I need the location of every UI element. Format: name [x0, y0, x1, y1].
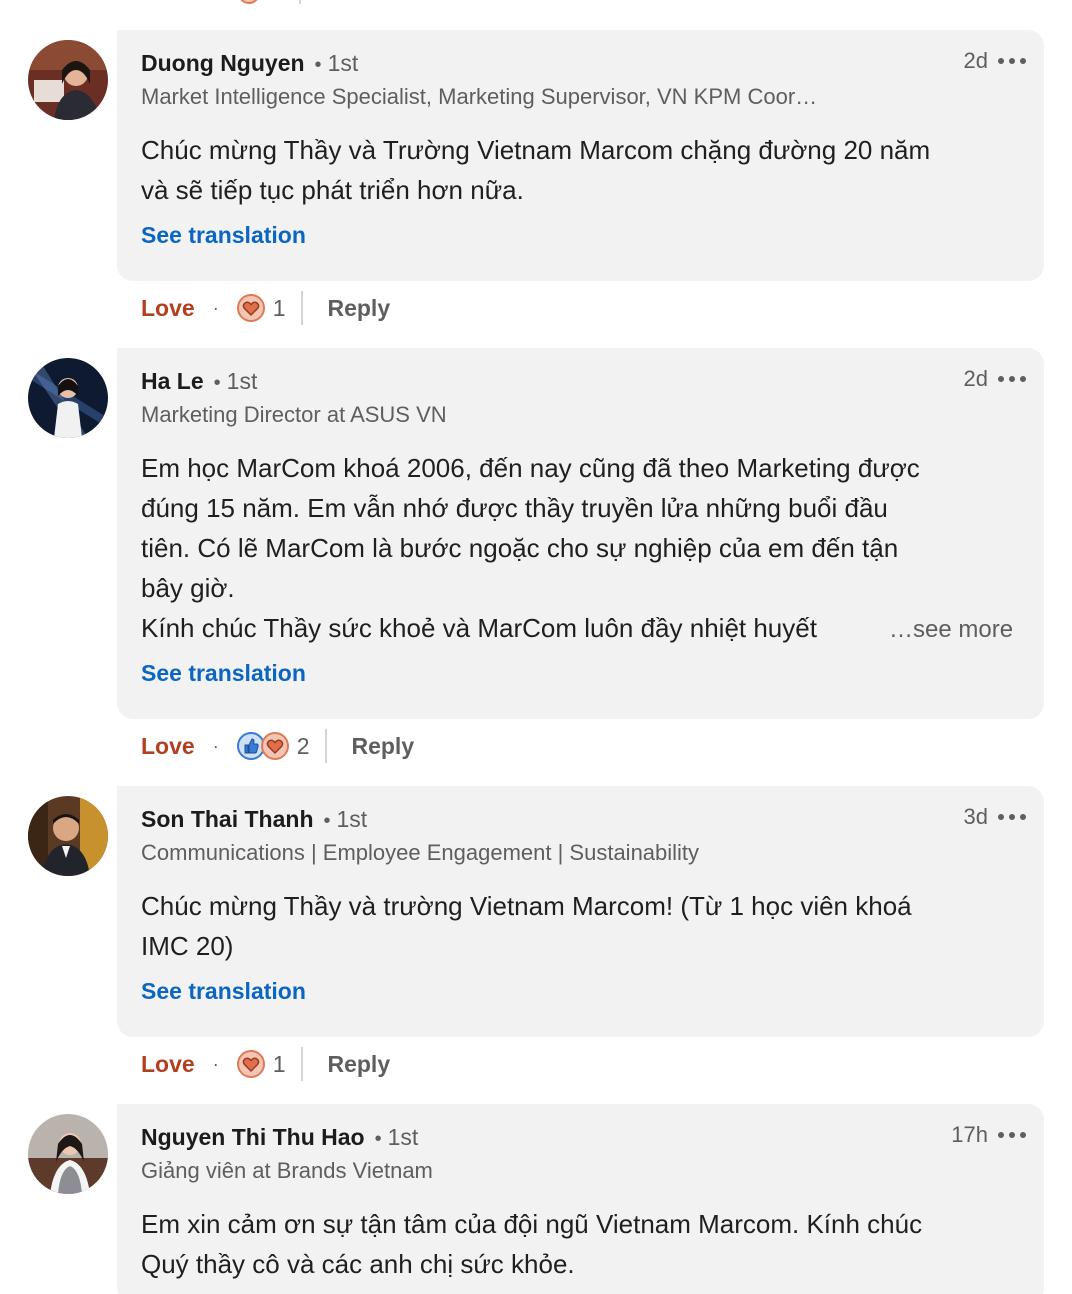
comment-bubble: Son Thai Thanh • 1st Communications | Emp… [117, 786, 1044, 1037]
comment-timestamp: 2d [963, 48, 988, 73]
comment-bubble: Ha Le • 1st Marketing Director at ASUS VN… [117, 348, 1044, 719]
action-divider [301, 291, 304, 325]
comment-text: Chúc mừng Thầy và trường Vietnam Marcom!… [141, 886, 1021, 966]
comment-actions: Love · 1 Reply [141, 1046, 390, 1082]
more-options-icon[interactable] [998, 810, 1026, 824]
see-more-link[interactable]: …see more [889, 610, 1013, 650]
connection-degree: • 1st [213, 368, 258, 394]
comment-text-line: Em xin cảm ơn sự tận tâm của đội ngũ Vie… [141, 1209, 923, 1239]
see-translation-link[interactable]: See translation [141, 222, 306, 249]
see-translation-link[interactable]: See translation [141, 660, 306, 687]
author-line: Ha Le • 1st [141, 368, 257, 396]
avatar-photo [28, 40, 108, 120]
connection-degree: • 1st [374, 1124, 419, 1150]
author-headline: Communications | Employee Engagement | S… [141, 840, 700, 865]
reaction-count[interactable]: 1 [273, 1051, 286, 1078]
author-headline: Giảng viên at Brands Vietnam [141, 1158, 433, 1183]
separator-dot: · [212, 1053, 219, 1074]
comment-timestamp: 3d [963, 804, 988, 829]
connection-degree: • 1st [314, 50, 359, 76]
avatar[interactable] [28, 1114, 108, 1194]
comment-actions: Love · 1 Reply [141, 290, 390, 326]
comment-text: Chúc mừng Thầy và Trường Vietnam Marcom … [141, 130, 1021, 210]
comment-text-line: Quý thầy cô và các anh chị sức khỏe. [141, 1249, 575, 1279]
author-line: Nguyen Thi Thu Hao • 1st [141, 1124, 418, 1152]
love-icon[interactable] [260, 732, 289, 760]
reply-button[interactable]: Reply [327, 295, 390, 322]
avatar[interactable] [28, 796, 108, 876]
reply-button[interactable]: Reply [327, 1051, 390, 1078]
author-name[interactable]: Son Thai Thanh [141, 806, 314, 833]
comment-text-line: đúng 15 năm. Em vẫn nhớ được thầy truyền… [141, 493, 888, 523]
love-button[interactable]: Love [141, 733, 195, 760]
author-name[interactable]: Ha Le [141, 368, 204, 395]
love-icon[interactable] [236, 294, 265, 322]
comment-timestamp: 17h [951, 1122, 988, 1147]
see-translation-link[interactable]: See translation [141, 978, 306, 1005]
love-button[interactable]: Love [141, 295, 195, 322]
avatar-photo [28, 796, 108, 876]
truncated-text-line: Kính chúc Thầy sức khoẻ và MarCom luôn đ… [141, 608, 1021, 650]
comment-text-line: Em học MarCom khoá 2006, đến nay cũng đã… [141, 453, 920, 483]
comment-text-line: IMC 20) [141, 931, 234, 961]
reaction-count[interactable]: 1 [273, 295, 286, 322]
comment-bubble: Duong Nguyen • 1st Market Intelligence Sp… [117, 30, 1044, 281]
author-name[interactable]: Nguyen Thi Thu Hao [141, 1124, 365, 1151]
reaction-count[interactable]: 2 [297, 733, 310, 760]
comment-timestamp: 2d [963, 366, 988, 391]
reply-button[interactable]: Reply [351, 733, 414, 760]
comment-text-line: Kính chúc Thầy sức khoẻ và MarCom luôn đ… [141, 613, 817, 643]
separator-dot: · [212, 735, 219, 756]
comment-text-line: bây giờ. [141, 573, 235, 603]
comment-text-line: Chúc mừng Thầy và trường Vietnam Marcom!… [141, 891, 912, 921]
comment-bubble: Nguyen Thi Thu Hao • 1st Giảng viên at Br… [117, 1104, 1044, 1294]
more-options-icon[interactable] [998, 1128, 1026, 1142]
author-headline: Market Intelligence Specialist, Marketin… [141, 84, 818, 109]
avatar-photo [28, 358, 108, 438]
comment-text-line: tiên. Có lẽ MarCom là bước ngoặc cho sự … [141, 533, 899, 563]
more-options-icon[interactable] [998, 372, 1026, 386]
avatar[interactable] [28, 40, 108, 120]
degree-label: 1st [336, 806, 368, 832]
author-line: Son Thai Thanh • 1st [141, 806, 367, 834]
comment-text: Em học MarCom khoá 2006, đến nay cũng đã… [141, 448, 1021, 650]
degree-label: 1st [226, 368, 258, 394]
action-divider [325, 729, 328, 763]
love-icon[interactable] [236, 1050, 265, 1078]
more-options-icon[interactable] [998, 54, 1026, 68]
comments-feed: Duong Nguyen • 1st Market Intelligence Sp… [0, 0, 1072, 1294]
comment-text-line: Chúc mừng Thầy và Trường Vietnam Marcom … [141, 135, 931, 165]
comment-actions: Love · 2 Reply [141, 728, 414, 764]
comment-text: Em xin cảm ơn sự tận tâm của đội ngũ Vie… [141, 1204, 1021, 1284]
love-button[interactable]: Love [141, 1051, 195, 1078]
degree-label: 1st [387, 1124, 419, 1150]
love-reaction-icon [238, 0, 260, 4]
previous-comment-actions-fragment [0, 0, 1072, 8]
author-headline: Marketing Director at ASUS VN [141, 402, 447, 427]
author-name[interactable]: Duong Nguyen [141, 50, 305, 77]
connection-degree: • 1st [323, 806, 368, 832]
separator-dot: · [212, 297, 219, 318]
action-divider [301, 1047, 304, 1081]
avatar[interactable] [28, 358, 108, 438]
comment-text-line: và sẽ tiếp tục phát triển hơn nữa. [141, 175, 524, 205]
avatar-photo [28, 1114, 108, 1194]
degree-label: 1st [327, 50, 359, 76]
author-line: Duong Nguyen • 1st [141, 50, 358, 78]
action-divider [299, 0, 301, 4]
